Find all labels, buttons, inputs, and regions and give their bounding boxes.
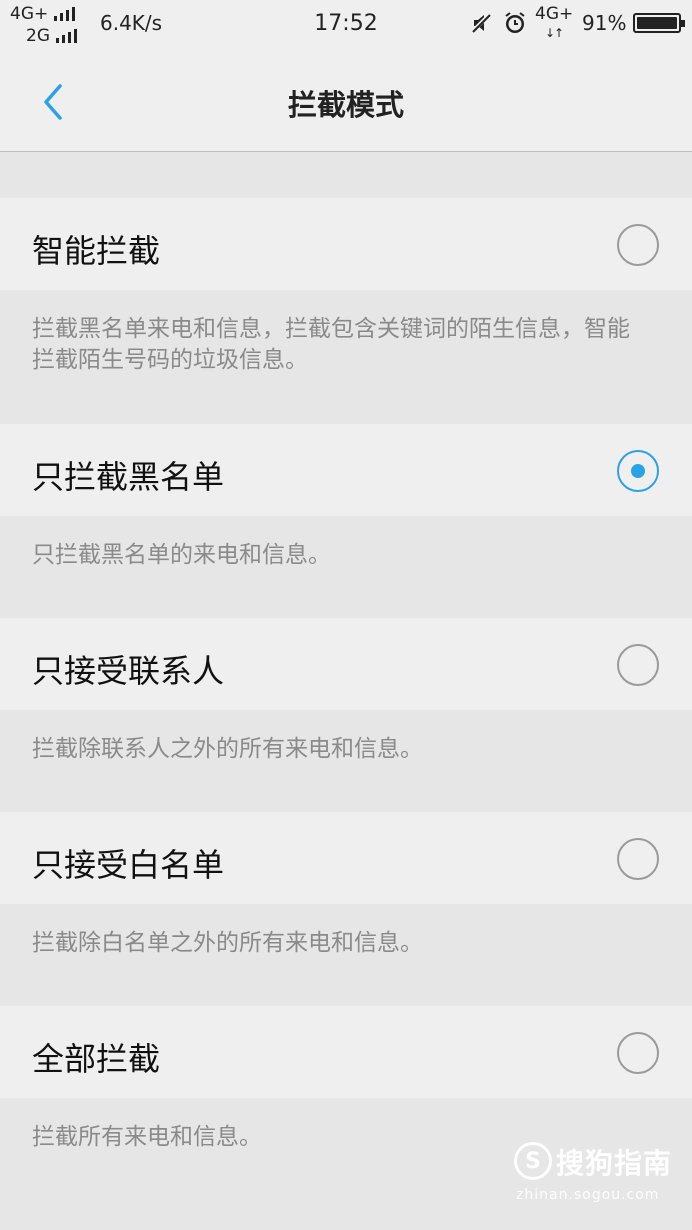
option-label: 只拦截黑名单 <box>32 458 225 496</box>
watermark-text: 搜狗指南 <box>556 1147 673 1180</box>
radio-button[interactable] <box>617 224 659 266</box>
option-label: 全部拦截 <box>32 1040 161 1078</box>
option-description: 拦截除白名单之外的所有来电和信息。 <box>32 930 423 956</box>
alarm-icon <box>503 11 527 35</box>
option-blacklist-only[interactable]: 只拦截黑名单 <box>0 424 692 516</box>
app-header: 拦截模式 <box>0 50 692 152</box>
option-block-all[interactable]: 全部拦截 <box>0 1006 692 1098</box>
option-description: 拦截黑名单来电和信息，拦截包含关键词的陌生信息，智能拦截陌生号码的垃圾信息。 <box>32 316 630 373</box>
radio-button[interactable] <box>617 644 659 686</box>
radio-button-selected[interactable] <box>617 450 659 492</box>
option-description: 只拦截黑名单的来电和信息。 <box>32 542 331 568</box>
option-whitelist-only[interactable]: 只接受白名单 <box>0 812 692 904</box>
sogou-logo-icon: S <box>514 1142 552 1180</box>
option-contacts-only[interactable]: 只接受联系人 <box>0 618 692 710</box>
data-arrows-icon: ↓↑ <box>545 26 564 40</box>
watermark: S 搜狗指南 zhinan.sogou.com <box>514 1140 684 1210</box>
option-description: 拦截除联系人之外的所有来电和信息。 <box>32 736 423 762</box>
radio-button[interactable] <box>617 838 659 880</box>
battery-icon <box>633 13 685 33</box>
option-label: 智能拦截 <box>32 232 161 270</box>
option-smart-block[interactable]: 智能拦截 <box>0 198 692 290</box>
status-bar: 4G+ 2G 6.4K/s 17:52 4G+ ↓↑ 91% <box>0 0 692 50</box>
radio-button[interactable] <box>617 1032 659 1074</box>
page-title: 拦截模式 <box>287 88 404 122</box>
battery-percent: 91% <box>582 11 627 35</box>
mute-icon <box>470 12 492 34</box>
network-type-right: 4G+ ↓↑ <box>535 4 574 40</box>
watermark-url: zhinan.sogou.com <box>516 1187 660 1203</box>
option-label: 只接受联系人 <box>32 652 225 690</box>
option-label: 只接受白名单 <box>32 846 225 884</box>
